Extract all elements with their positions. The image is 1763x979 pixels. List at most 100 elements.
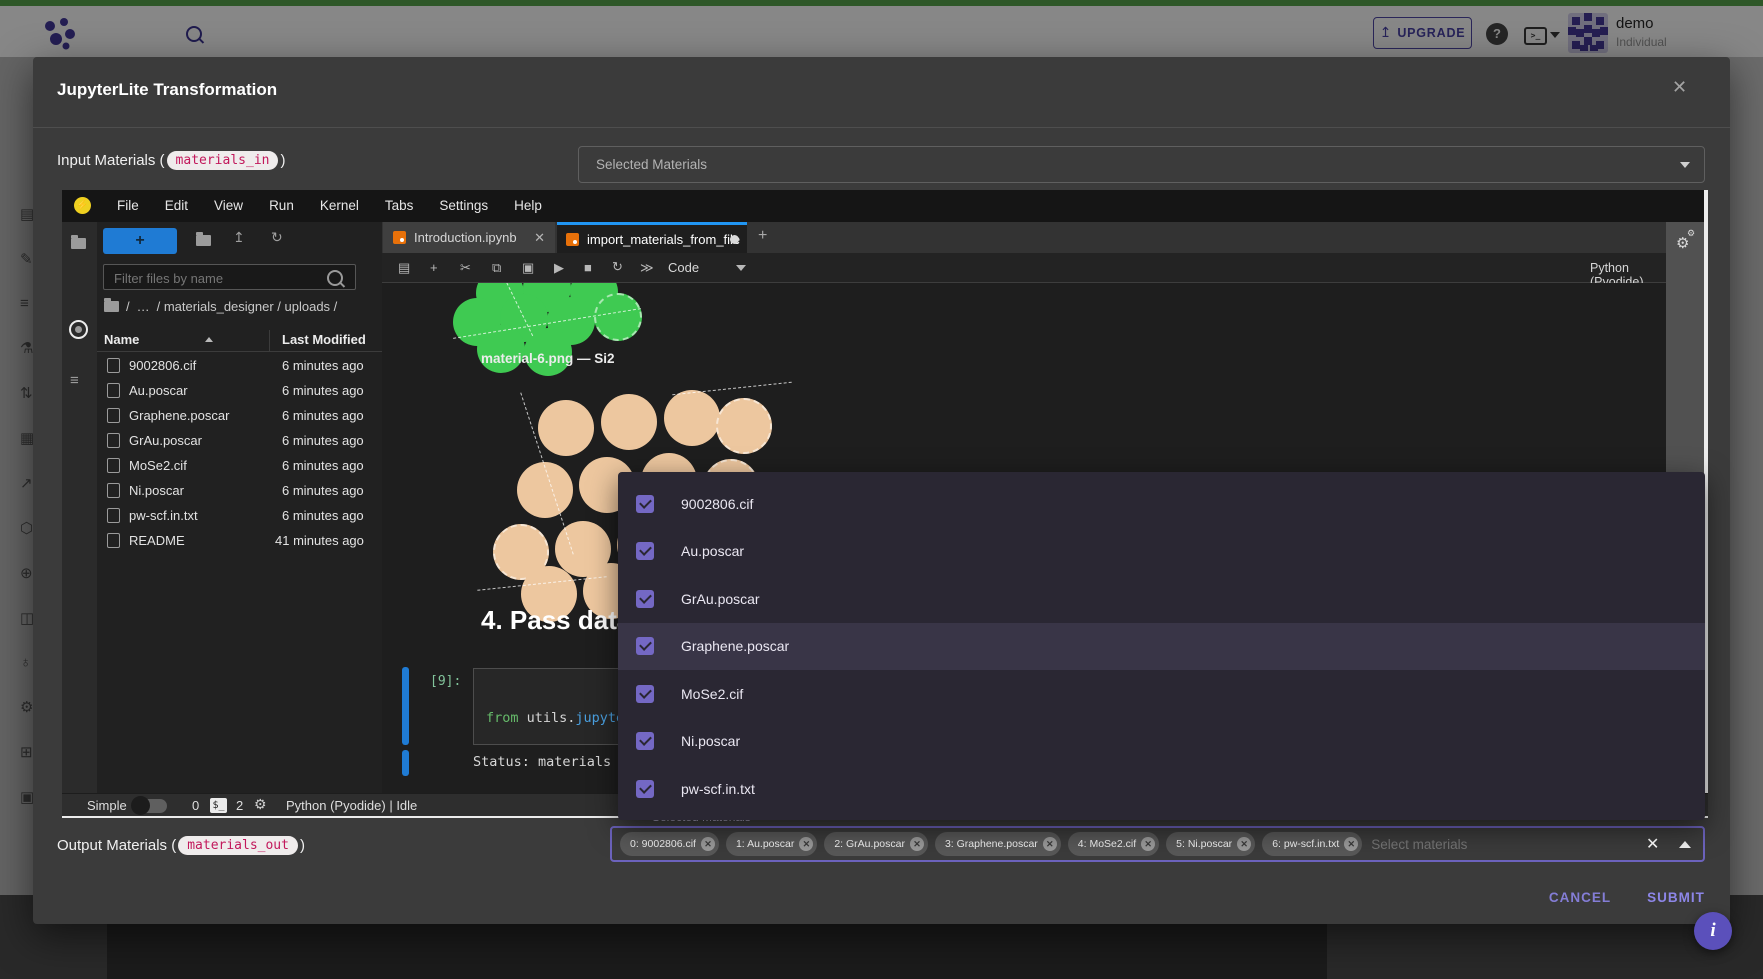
file-row[interactable]: Au.poscar6 minutes ago [97, 378, 382, 403]
material-chip[interactable]: 0: 9002806.cif✕ [620, 832, 719, 856]
header-col-divider [269, 330, 270, 351]
breadcrumb-home-icon[interactable] [104, 301, 119, 312]
info-fab[interactable]: i [1694, 912, 1732, 950]
checkbox-checked-icon[interactable] [636, 590, 654, 608]
run-icon[interactable]: ▶ [554, 260, 564, 276]
code-import: jupyte [575, 710, 624, 726]
dropdown-option-highlighted[interactable]: Graphene.poscar [618, 623, 1705, 671]
upload-files-icon[interactable]: ↥ [233, 230, 245, 246]
chip-delete-icon[interactable]: ✕ [910, 837, 924, 851]
materials-search-input[interactable] [1369, 836, 1523, 853]
menu-view[interactable]: View [201, 190, 256, 222]
filebrowser-tab-icon[interactable] [71, 238, 86, 249]
materials-multiselect[interactable]: 0: 9002806.cif✕ 1: Au.poscar✕ 2: GrAu.po… [610, 826, 1705, 862]
checkbox-checked-icon[interactable] [636, 495, 654, 513]
filter-input[interactable] [104, 265, 336, 291]
menu-settings[interactable]: Settings [426, 190, 501, 222]
chip-delete-icon[interactable]: ✕ [799, 837, 813, 851]
dropdown-option[interactable]: Ni.poscar [618, 718, 1705, 766]
chip-delete-icon[interactable]: ✕ [1344, 837, 1358, 851]
cut-icon[interactable]: ✂ [460, 260, 471, 276]
select-caret-icon[interactable] [1680, 162, 1690, 168]
dropdown-option[interactable]: pw-scf.in.txt [618, 765, 1705, 813]
dropdown-option[interactable]: Au.poscar [618, 528, 1705, 576]
header-name[interactable]: Name [104, 332, 139, 347]
option-label: 9002806.cif [681, 496, 753, 512]
atom [716, 398, 772, 454]
restart-run-all-icon[interactable]: ≫ [640, 260, 654, 276]
restart-icon[interactable]: ↻ [612, 259, 623, 275]
toc-icon[interactable]: ≡ [70, 372, 79, 389]
tab-dirty-dot[interactable] [730, 235, 739, 244]
tab-import-materials[interactable]: import_materials_from_file [557, 222, 747, 253]
chip-delete-icon[interactable]: ✕ [1141, 837, 1155, 851]
material-chip[interactable]: 5: Ni.poscar ✕ [1166, 832, 1255, 856]
dropdown-option[interactable]: 9002806.cif [618, 480, 1705, 528]
cell-type-caret-icon[interactable] [736, 265, 746, 271]
menu-file[interactable]: File [104, 190, 152, 222]
stop-icon[interactable]: ■ [584, 260, 592, 275]
new-launcher-button[interactable]: + [103, 228, 177, 254]
chip-label: 5: Ni.poscar [1176, 838, 1232, 850]
cell-collapser[interactable] [402, 667, 409, 745]
breadcrumb-ellipsis[interactable]: … [137, 299, 150, 314]
submit-button[interactable]: SUBMIT [1636, 890, 1716, 905]
menu-help[interactable]: Help [501, 190, 555, 222]
file-row[interactable]: GrAu.poscar6 minutes ago [97, 428, 382, 453]
tab-close-icon[interactable]: ✕ [534, 230, 545, 246]
clear-selection-icon[interactable]: ✕ [1646, 834, 1659, 854]
material-chip[interactable]: 4: MoSe2.cif✕ [1068, 832, 1159, 856]
cancel-button[interactable]: CANCEL [1540, 890, 1620, 905]
jl-filebrowser: + ↥ ↻ / … / materials_designer / uploads… [97, 222, 382, 793]
material-chip[interactable]: 1: Au.poscar✕ [726, 832, 817, 856]
breadcrumb: / … / materials_designer / uploads / [104, 299, 337, 314]
file-modified: 6 minutes ago [282, 483, 364, 498]
new-folder-icon[interactable] [196, 235, 211, 246]
kernel-status-text[interactable]: Python (Pyodide) | Idle [286, 798, 417, 813]
file-row[interactable]: MoSe2.cif6 minutes ago [97, 453, 382, 478]
option-label: Ni.poscar [681, 733, 740, 749]
material-chip[interactable]: 6: pw-scf.in.txt✕ [1262, 832, 1362, 856]
insert-cell-icon[interactable]: + [430, 260, 438, 275]
checkbox-checked-icon[interactable] [636, 780, 654, 798]
terminal-badge-icon[interactable]: $_ [210, 798, 227, 813]
chip-delete-icon[interactable]: ✕ [701, 837, 715, 851]
save-icon[interactable]: ▤ [398, 260, 410, 276]
dropdown-option[interactable]: MoSe2.cif [618, 670, 1705, 718]
new-tab-icon[interactable]: + [758, 227, 767, 245]
running-kernels-icon[interactable] [69, 320, 88, 339]
checkbox-checked-icon[interactable] [636, 637, 654, 655]
menu-tabs[interactable]: Tabs [372, 190, 427, 222]
copy-icon[interactable]: ⧉ [492, 260, 501, 276]
header-modified[interactable]: Last Modified [282, 332, 366, 347]
cell-type-select[interactable]: Code [668, 260, 699, 275]
menu-edit[interactable]: Edit [152, 190, 201, 222]
checkbox-checked-icon[interactable] [636, 732, 654, 750]
chip-delete-icon[interactable]: ✕ [1043, 837, 1057, 851]
material-chip[interactable]: 3: Graphene.poscar✕ [935, 832, 1061, 856]
close-icon[interactable]: ✕ [1672, 77, 1687, 98]
menu-kernel[interactable]: Kernel [307, 190, 372, 222]
file-row[interactable]: 9002806.cif6 minutes ago [97, 353, 382, 378]
cell-collapser[interactable] [402, 750, 409, 776]
simple-toggle[interactable] [133, 799, 167, 813]
collapse-caret-icon[interactable] [1679, 841, 1691, 848]
checkbox-checked-icon[interactable] [636, 542, 654, 560]
menu-run[interactable]: Run [256, 190, 307, 222]
breadcrumb-trail[interactable]: / materials_designer / uploads / [157, 299, 338, 314]
sort-asc-icon[interactable] [205, 337, 213, 342]
status-gear-icon[interactable]: ⚙ [254, 796, 267, 813]
file-row[interactable]: pw-scf.in.txt6 minutes ago [97, 503, 382, 528]
paste-icon[interactable]: ▣ [522, 260, 534, 276]
checkbox-checked-icon[interactable] [636, 685, 654, 703]
file-row[interactable]: README41 minutes ago [97, 528, 382, 553]
file-row[interactable]: Ni.poscar6 minutes ago [97, 478, 382, 503]
bulb-icon[interactable]: ⚡ [74, 197, 91, 214]
tab-introduction[interactable]: Introduction.ipynb ✕ [383, 222, 555, 253]
selected-materials-select[interactable]: Selected Materials [578, 146, 1705, 183]
refresh-icon[interactable]: ↻ [271, 230, 283, 246]
material-chip[interactable]: 2: GrAu.poscar✕ [824, 832, 928, 856]
dropdown-option[interactable]: GrAu.poscar [618, 575, 1705, 623]
chip-delete-icon[interactable]: ✕ [1237, 837, 1251, 851]
file-row[interactable]: Graphene.poscar6 minutes ago [97, 403, 382, 428]
